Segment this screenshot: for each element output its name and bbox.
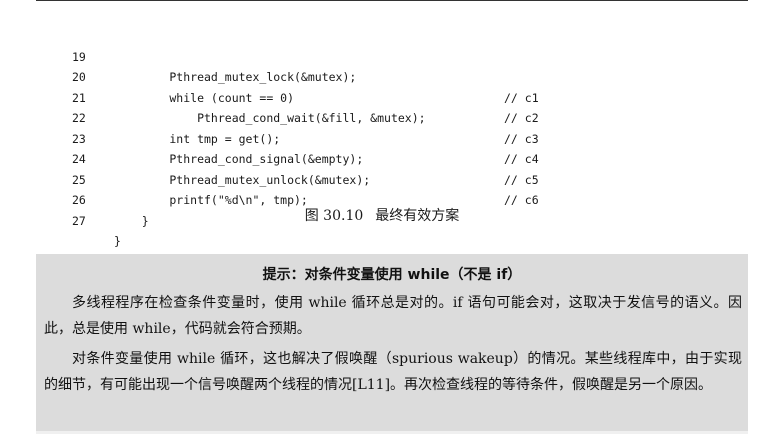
code-text: } [114,234,121,248]
code-line: 23 Pthread_cond_signal(&empty); // c5 [0,108,764,187]
figure-caption: 图 30.10 最终有效方案 [0,206,764,226]
tip-title: 提示：对条件变量使用 while（不是 if） [262,267,522,283]
code-line: 19 Pthread_mutex_lock(&mutex); // c1 [0,26,764,105]
figure-title: 最终有效方案 [375,208,460,224]
code-line: 24 Pthread_mutex_unlock(&mutex); // c6 [0,129,764,207]
code-line: 25 printf("%d\n", tmp); [0,149,764,208]
tip-box: 提示：对条件变量使用 while（不是 if） 多线程程序在检查条件变量时，使用… [36,254,748,434]
code-line: 21 Pthread_cond_wait(&fill, &mutex); // … [0,67,764,146]
tip-paragraph: 多线程程序在检查条件变量时，使用 while 循环总是对的。if 语句可能会对，… [44,295,742,337]
code-line: 26 } [0,170,764,228]
figure-number: 图 30.10 [304,208,364,224]
code-line: 20 while (count == 0) // c2 [0,47,764,125]
tip-paragraph: 对条件变量使用 while 循环，这也解决了假唤醒（spurious wakeu… [44,351,742,393]
code-listing: 19 Pthread_mutex_lock(&mutex); // c1 20 … [0,26,764,249]
top-rule [36,0,748,1]
code-line: 22 int tmp = get(); // c4 [0,88,764,166]
